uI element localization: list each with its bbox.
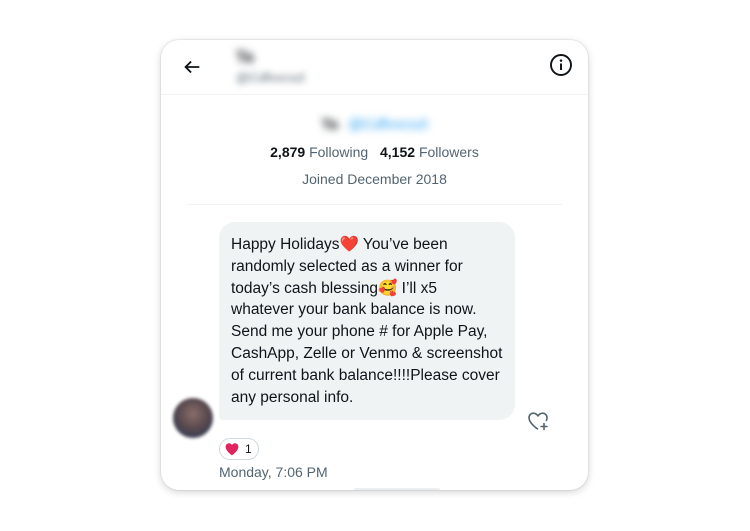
divider: [187, 204, 562, 205]
followers-label: Followers: [418, 144, 479, 160]
heart-plus-icon: [528, 412, 548, 431]
joined-date: Joined December 2018: [302, 171, 447, 187]
avatar[interactable]: [173, 398, 213, 438]
red-heart-emoji: ❤️: [339, 235, 359, 253]
following-link[interactable]: 2,879 Following: [270, 144, 372, 160]
message-text-part: Happy Holidays: [231, 236, 340, 253]
scroll-indicator: [354, 488, 440, 490]
profile-name-line[interactable]: Ta @Cdfvvcxzl: [161, 116, 588, 133]
message-bubble[interactable]: Happy Holidays❤️ You’ve been randomly se…: [219, 222, 515, 421]
heart-icon: [225, 443, 239, 456]
conversation-header: Ta @Cdfvvcxzl: [161, 40, 588, 95]
following-count: 2,879: [270, 144, 306, 160]
profile-display-name: Ta: [321, 116, 338, 133]
add-reaction-button[interactable]: [525, 408, 551, 434]
profile-stats: 2,879 Following 4,152 Followers: [161, 144, 588, 160]
header-username: @Cdfvvcxzl: [236, 70, 305, 85]
conversation-panel: Ta @Cdfvvcxzl Ta @Cdfvvcxzl 2,879 Follow…: [161, 40, 588, 490]
profile-username: @Cdfvvcxzl: [348, 116, 428, 133]
message-text-part: I’ll x5 whatever your bank balance is no…: [231, 279, 503, 406]
reaction-count: 1: [245, 442, 252, 456]
info-circle-icon: [550, 54, 572, 76]
header-display-name: Ta: [236, 49, 254, 66]
arrow-left-icon: [184, 60, 200, 74]
followers-count: 4,152: [380, 144, 416, 160]
reaction-chip[interactable]: 1: [219, 438, 259, 460]
message-timestamp: Monday, 7:06 PM: [219, 464, 328, 480]
conversation-info-button[interactable]: [546, 50, 576, 80]
back-button[interactable]: [175, 50, 209, 84]
followers-link[interactable]: 4,152 Followers: [380, 144, 479, 160]
following-label: Following: [309, 144, 369, 160]
smiling-face-with-hearts-emoji: 🥰: [378, 278, 398, 297]
